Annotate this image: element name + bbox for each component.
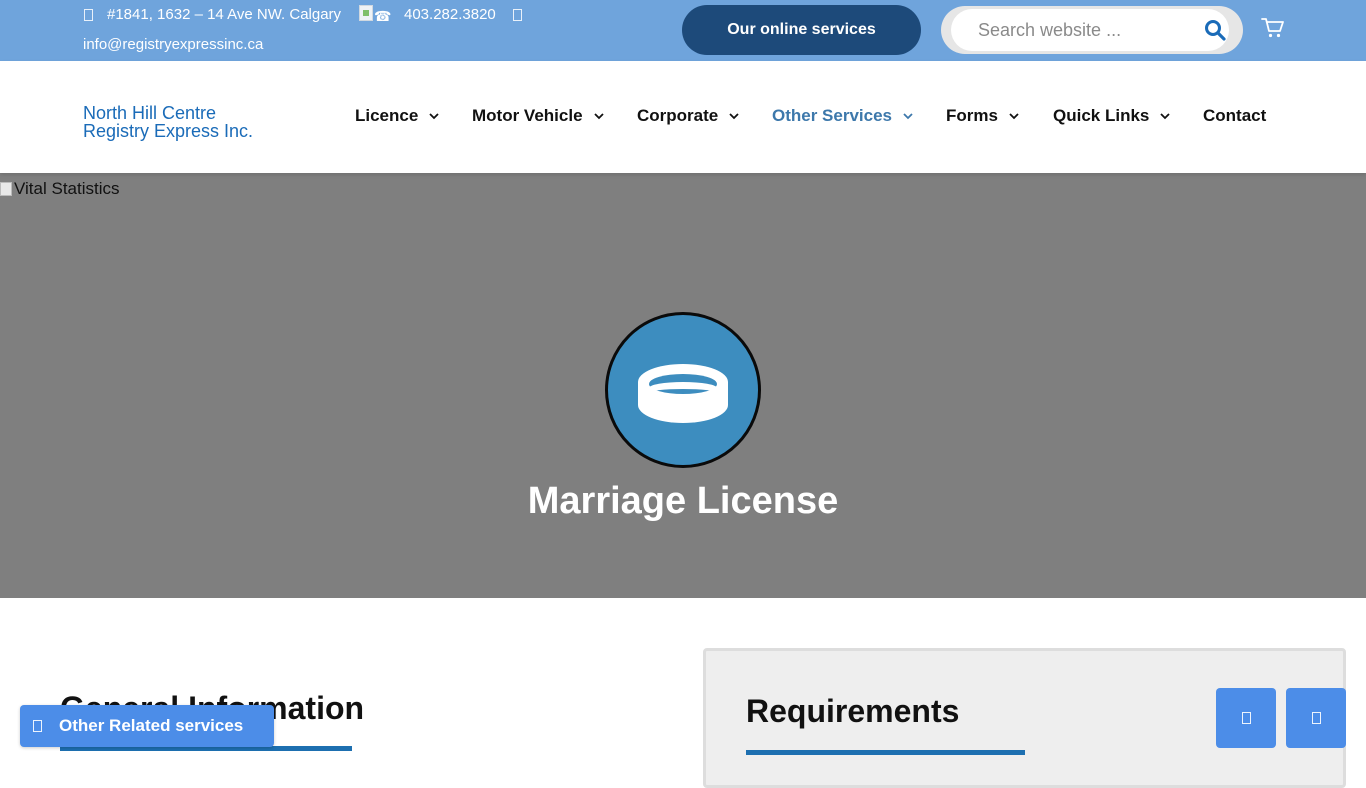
nav-label: Corporate (637, 106, 719, 125)
scroll-top-icon (1311, 712, 1321, 724)
phone-icon: ☎ (359, 5, 391, 24)
map-marker-icon (84, 9, 93, 21)
ring-icon (638, 364, 728, 423)
nav-corporate[interactable]: Corporate (637, 106, 740, 126)
phone-link[interactable]: 403.282.3820 (404, 6, 496, 24)
email-link[interactable]: info@registryexpressinc.ca (83, 36, 263, 54)
nav-licence[interactable]: Licence (355, 106, 440, 126)
chevron-down-icon (593, 113, 604, 120)
site-logo[interactable]: North Hill Centre Registry Express Inc. (83, 104, 283, 140)
hero-image-alt: Vital Statistics (14, 179, 120, 198)
floating-action-button-1[interactable] (1216, 688, 1276, 748)
chevron-down-icon (903, 113, 913, 120)
nav-quick-links[interactable]: Quick Links (1053, 106, 1171, 126)
search-input[interactable] (951, 9, 1229, 51)
nav-label: Contact (1203, 106, 1267, 125)
search-icon[interactable] (1203, 18, 1227, 42)
hero-image: Vital Statistics (0, 179, 120, 199)
search-box (941, 6, 1243, 54)
floating-action-button-2[interactable] (1286, 688, 1346, 748)
logo-alt-text: North Hill Centre Registry Express Inc. (83, 103, 254, 141)
nav-contact[interactable]: Contact (1203, 106, 1266, 126)
address-text: #1841, 1632 – 14 Ave NW. Calgary (107, 6, 342, 23)
main-header: North Hill Centre Registry Express Inc. … (0, 61, 1366, 173)
cart-icon[interactable] (1261, 17, 1285, 39)
nav-other-services[interactable]: Other Services (772, 106, 914, 126)
nav-label: Motor Vehicle (472, 106, 583, 125)
hero-banner: Vital Statistics Marriage License (0, 173, 1366, 598)
chevron-down-icon (1160, 113, 1171, 120)
requirements-heading: Requirements (746, 693, 960, 729)
chevron-down-icon (729, 113, 739, 120)
contact-icon (1241, 712, 1251, 724)
nav-label: Licence (355, 106, 419, 125)
page-title: Marriage License (527, 480, 839, 522)
nav-motor-vehicle[interactable]: Motor Vehicle (472, 106, 605, 126)
list-icon (33, 720, 42, 732)
nav-label: Other Services (772, 106, 893, 125)
heading-underline (746, 750, 1025, 755)
other-related-services-button[interactable]: Other Related services (20, 705, 274, 747)
online-services-button[interactable]: Our online services (682, 5, 921, 55)
envelope-icon (513, 9, 522, 21)
ring-icon-badge (605, 312, 761, 468)
nav-label: Quick Links (1053, 106, 1150, 125)
broken-image-icon (0, 182, 12, 196)
chevron-down-icon (1009, 113, 1019, 120)
related-label: Other Related services (59, 716, 244, 735)
nav-label: Forms (946, 106, 998, 125)
top-bar: #1841, 1632 – 14 Ave NW. Calgary ☎ 403.2… (0, 0, 1366, 61)
chevron-down-icon (429, 113, 439, 120)
nav-forms[interactable]: Forms (946, 106, 1020, 126)
